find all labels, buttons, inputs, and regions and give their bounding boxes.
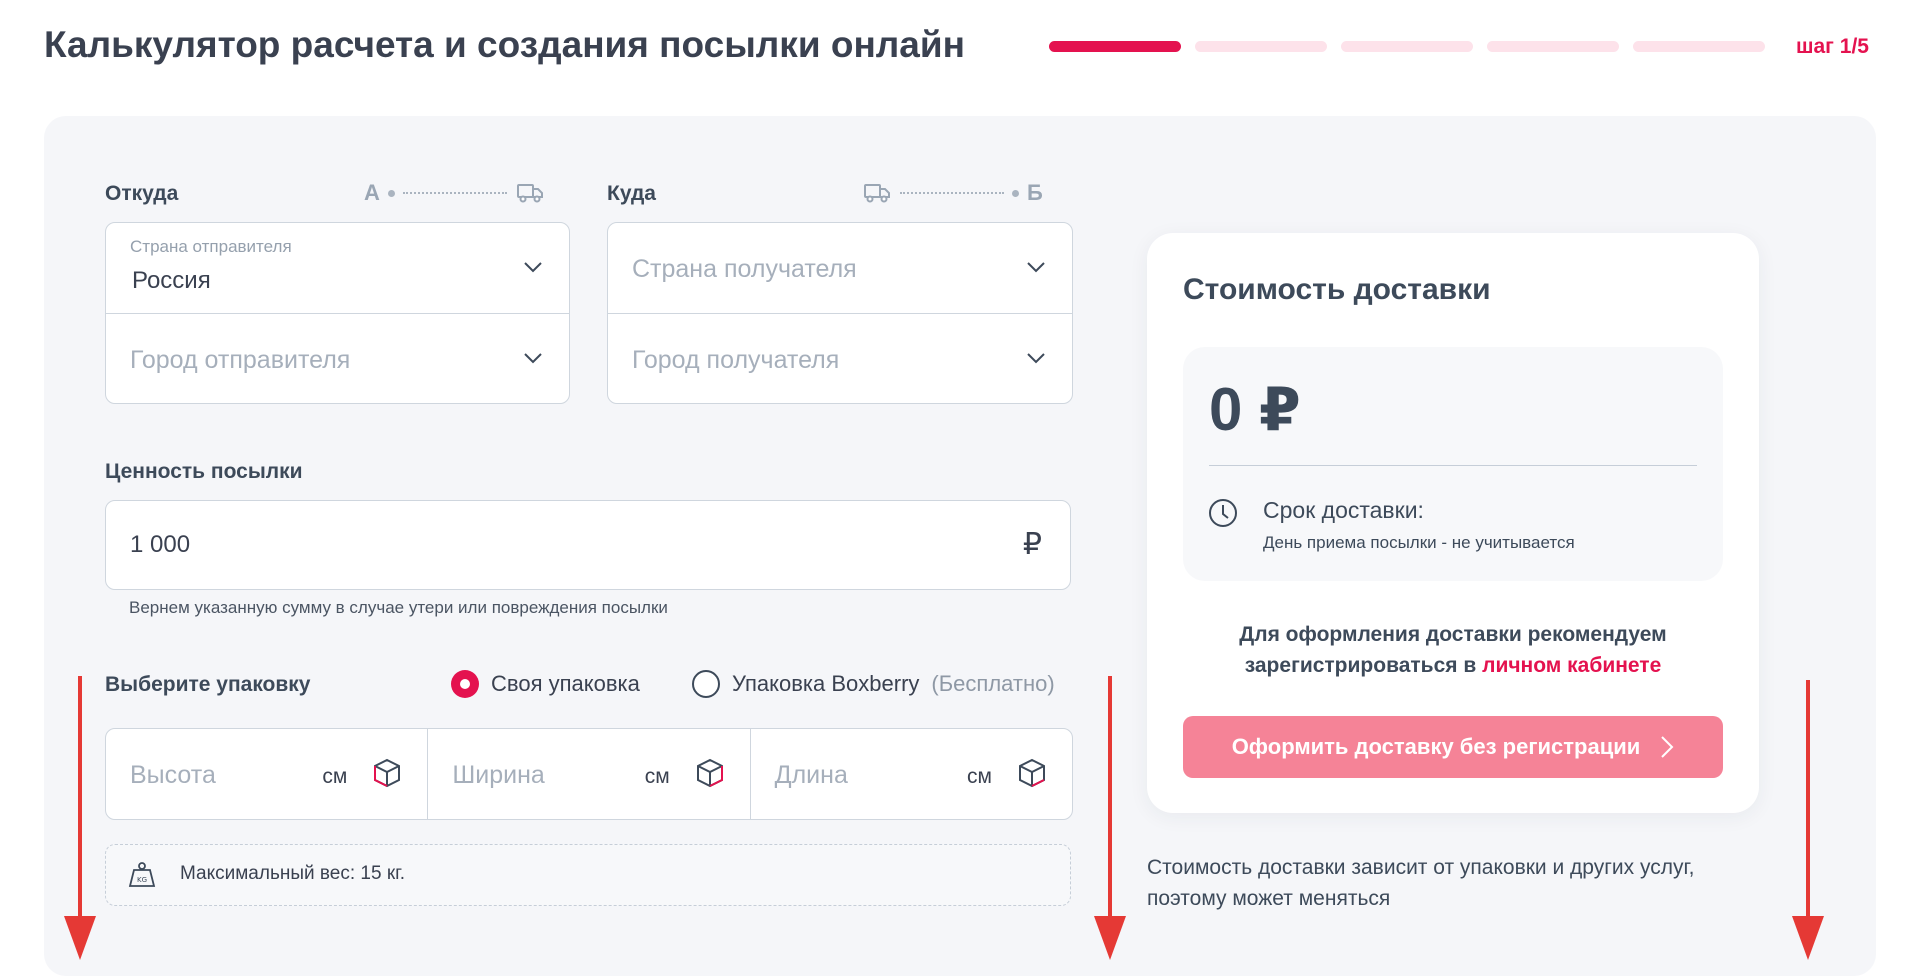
width-placeholder: Ширина: [452, 761, 545, 789]
arrow-down-icon: [64, 676, 96, 960]
route-from: А: [364, 180, 545, 206]
value-amount: 1 000: [130, 531, 191, 558]
delivery-term-note: День приема посылки - не учитывается: [1263, 533, 1575, 552]
route-line: [402, 192, 507, 194]
recipient-country-placeholder: Страна получателя: [632, 255, 857, 283]
sender-country-select[interactable]: Страна отправителя Россия: [106, 223, 569, 313]
sender-city-select[interactable]: Город отправителя: [106, 313, 569, 403]
step-3: [1341, 41, 1473, 52]
max-weight-note: KG Максимальный вес: 15 кг.: [105, 844, 1071, 906]
value-input[interactable]: 1 000 ₽: [105, 500, 1071, 590]
chevron-right-icon: [1661, 736, 1674, 758]
radio-dot[interactable]: [692, 670, 720, 698]
cost-title: Стоимость доставки: [1183, 273, 1491, 306]
truck-icon: [864, 184, 890, 203]
recipient-country-select[interactable]: Страна получателя: [608, 223, 1072, 313]
radio-dot-selected[interactable]: [451, 670, 479, 698]
cube-icon: [1018, 758, 1045, 788]
radio-own-packaging[interactable]: Своя упаковка: [451, 670, 640, 698]
max-weight-text: Максимальный вес: 15 кг.: [180, 863, 406, 884]
order-without-registration-button[interactable]: Оформить доставку без регистрации: [1183, 716, 1723, 778]
height-input[interactable]: Высота см: [106, 729, 429, 819]
point-b-label: Б: [1027, 180, 1043, 205]
from-label: Откуда: [105, 182, 179, 205]
account-link[interactable]: личном кабинете: [1482, 654, 1661, 677]
chevron-down-icon[interactable]: [1026, 348, 1046, 368]
page-title: Калькулятор расчета и создания посылки о…: [44, 24, 965, 65]
sender-country-value: Россия: [132, 267, 211, 294]
step-label: шаг 1/5: [1796, 35, 1869, 58]
cost-disclaimer: Стоимость доставки зависит от упаковки и…: [1147, 856, 1695, 910]
value-label: Ценность посылки: [105, 460, 303, 483]
cube-icon: [696, 758, 723, 788]
length-input[interactable]: Длина см: [751, 729, 1072, 819]
divider: [1209, 465, 1697, 466]
height-placeholder: Высота: [130, 761, 216, 789]
arrow-down-icon: [1094, 676, 1126, 960]
recipient-city-select[interactable]: Город получателя: [608, 313, 1072, 403]
width-unit: см: [644, 765, 670, 788]
clock-icon: [1209, 499, 1237, 527]
to-label: Куда: [607, 182, 656, 205]
packaging-label: Выберите упаковку: [105, 673, 311, 696]
ruble-icon: ₽: [1022, 528, 1042, 561]
boxberry-packaging-note: (Бесплатно): [931, 671, 1055, 696]
dimensions-row: Высота см Ширина см Длина см: [105, 728, 1073, 820]
sender-city-placeholder: Город отправителя: [130, 346, 351, 374]
length-placeholder: Длина: [774, 761, 848, 789]
cost-summary: 0 ₽ Срок доставки: День приема посылки -…: [1183, 347, 1723, 581]
sender-country-caption: Страна отправителя: [130, 237, 292, 256]
step-5: [1633, 41, 1765, 52]
cube-icon: [374, 758, 401, 788]
step-2: [1195, 41, 1327, 52]
step-1: [1049, 41, 1181, 52]
own-packaging-label: Своя упаковка: [491, 671, 640, 696]
width-input[interactable]: Ширина см: [428, 729, 751, 819]
from-box: Страна отправителя Россия Город отправит…: [105, 222, 570, 404]
header: Калькулятор расчета и создания посылки о…: [44, 0, 1884, 96]
height-unit: см: [322, 765, 348, 788]
route-to: Б: [862, 180, 1043, 206]
price-value: 0 ₽: [1209, 376, 1301, 443]
chevron-down-icon[interactable]: [523, 348, 543, 368]
chevron-down-icon[interactable]: [1026, 257, 1046, 277]
order-button-label: Оформить доставку без регистрации: [1231, 734, 1641, 759]
value-hint: Вернем указанную сумму в случае утери ил…: [129, 598, 668, 617]
boxberry-packaging-label: Упаковка Boxberry: [732, 671, 920, 696]
registration-note: Для оформления доставки рекомендуем заре…: [1183, 619, 1723, 681]
cost-card: Стоимость доставки 0 ₽ Срок доставки: Де…: [1147, 233, 1759, 813]
truck-icon: [516, 184, 543, 203]
svg-text:KG: KG: [137, 876, 147, 884]
route-dot: [1012, 189, 1019, 197]
radio-boxberry-packaging[interactable]: Упаковка Boxberry (Бесплатно): [692, 670, 1055, 698]
arrow-down-icon: [1792, 680, 1824, 960]
delivery-term-label: Срок доставки:: [1263, 497, 1424, 523]
length-unit: см: [967, 765, 992, 788]
weight-icon: KG: [128, 862, 156, 887]
progress-steps: [1049, 41, 1765, 52]
point-a-label: А: [364, 180, 380, 205]
step-4: [1487, 41, 1619, 52]
route-dot: [387, 189, 395, 197]
chevron-down-icon[interactable]: [523, 257, 543, 277]
route-line: [900, 192, 1004, 194]
recipient-city-placeholder: Город получателя: [632, 346, 840, 374]
to-box: Страна получателя Город получателя: [607, 222, 1073, 404]
